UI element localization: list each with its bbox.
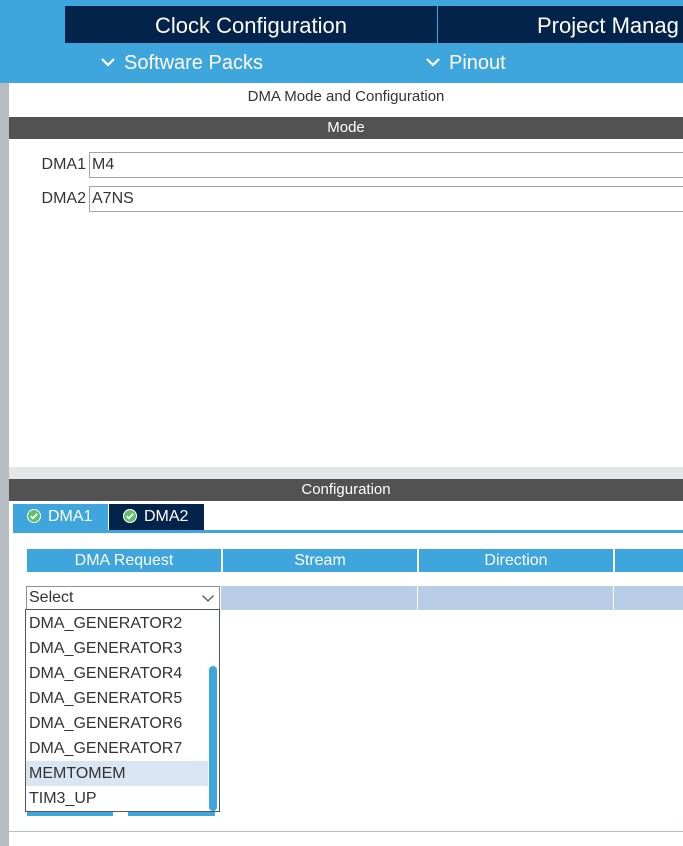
column-header-priority[interactable] [615,549,683,572]
pinout-menu[interactable]: Pinout [425,52,506,75]
dma2-label: DMA2 [41,190,86,207]
tab-dma1[interactable]: DMA1 [13,504,108,530]
list-item[interactable]: DMA_GENERATOR7 [26,736,209,761]
check-circle-icon [123,509,137,523]
list-item[interactable]: DMA_GENERATOR5 [26,686,209,711]
column-header-dma-request[interactable]: DMA Request [27,549,221,572]
tab-project-manager[interactable]: Project Manag [438,6,683,43]
select-value: Select [29,589,74,606]
bottom-border [9,831,683,846]
software-packs-label: Software Packs [124,52,263,74]
dma2-field[interactable]: A7NS [89,186,683,212]
check-circle-icon [27,509,41,523]
section-splitter[interactable] [9,467,683,479]
list-item[interactable]: DMA_GENERATOR4 [26,661,209,686]
list-item-highlighted[interactable]: MEMTOMEM [26,761,209,786]
list-item[interactable]: DMA_GENERATOR2 [26,611,209,636]
tab-dma2-label: DMA2 [144,508,189,525]
list-item[interactable]: DMA_GENERATOR6 [26,711,209,736]
configuration-header: Configuration [9,479,683,501]
list-item[interactable]: DMA_GENERATOR3 [26,636,209,661]
dma1-field[interactable]: M4 [89,152,683,178]
chevron-down-icon [101,58,115,67]
top-tab-bar: Clock Configuration Project Manag [0,0,683,43]
delete-button[interactable] [128,812,215,816]
add-button[interactable] [27,812,113,816]
tab-dma2[interactable]: DMA2 [109,504,204,530]
table-cell-priority[interactable] [614,586,683,610]
chevron-down-icon [202,595,214,602]
dropdown-scrollbar-thumb[interactable] [209,666,217,811]
table-cell-stream[interactable] [221,586,417,610]
software-packs-menu[interactable]: Software Packs [100,52,263,75]
dma-request-dropdown[interactable]: DMA_GENERATOR2 DMA_GENERATOR3 DMA_GENERA… [25,609,220,812]
dropdown-scrollbar-track[interactable] [208,610,219,811]
tab-clock-configuration[interactable]: Clock Configuration [65,6,437,43]
tab-dma1-label: DMA1 [48,508,93,525]
table-cell-direction[interactable] [418,586,613,610]
list-item[interactable]: TIM3_UP [26,786,209,811]
left-splitter[interactable] [0,83,9,846]
pinout-label: Pinout [449,52,506,74]
sub-menu-bar: Software Packs Pinout [0,43,683,83]
column-header-direction[interactable]: Direction [419,549,613,572]
panel-title: DMA Mode and Configuration [247,88,445,105]
column-header-stream[interactable]: Stream [223,549,417,572]
dma1-label: DMA1 [41,156,86,173]
tab-underline [13,530,683,533]
chevron-down-icon [426,58,440,67]
dma-request-select[interactable]: Select [26,586,220,610]
mode-header: Mode [9,117,683,139]
